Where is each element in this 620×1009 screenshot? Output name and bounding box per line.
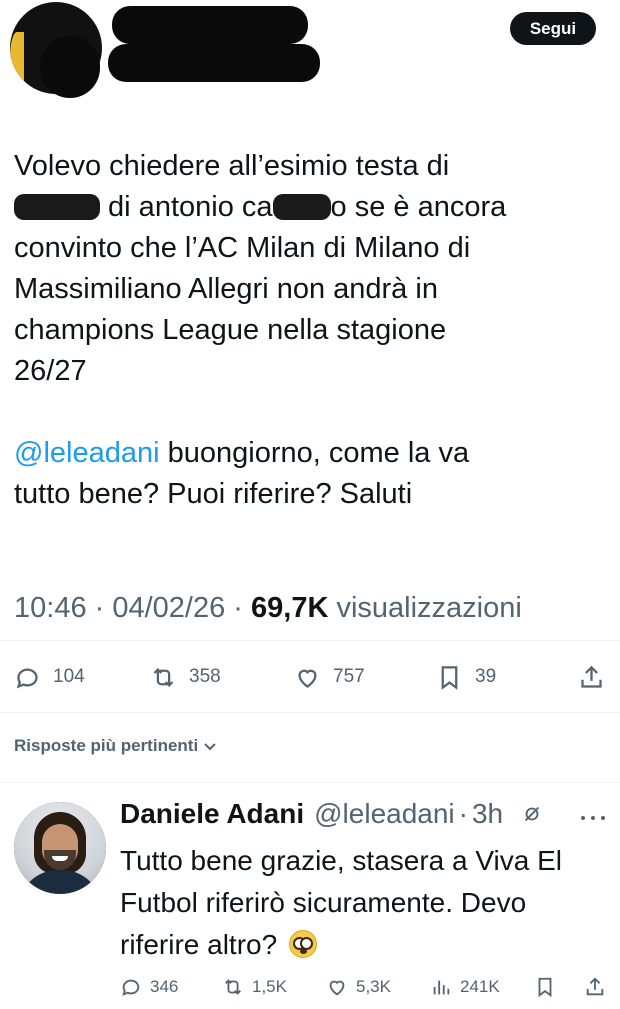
- reply-author-handle[interactable]: @leleadani: [314, 798, 455, 830]
- heart-icon: [298, 669, 317, 688]
- heart-icon: [329, 980, 345, 996]
- share-button[interactable]: [578, 656, 605, 698]
- share-icon: [581, 665, 602, 688]
- sort-label: Risposte più pertinenti: [14, 736, 199, 755]
- reply-author-name[interactable]: Daniele Adani: [120, 798, 304, 830]
- tweet-line: tutto bene? Puoi riferire? Saluti: [14, 478, 413, 510]
- tweet-line: Massimiliano Allegri non andrà in: [14, 273, 438, 305]
- mention-link[interactable]: @leleadani: [14, 437, 160, 469]
- follow-button[interactable]: Segui: [510, 12, 596, 45]
- reply-icon: [122, 979, 140, 996]
- reply-retweet-button[interactable]: 1,5K: [222, 970, 287, 1004]
- reply-reply-count: 346: [150, 977, 179, 996]
- redacted-name: [112, 6, 308, 44]
- redacted-handle: [108, 44, 320, 82]
- divider: [0, 640, 620, 641]
- reply-share-button[interactable]: [584, 970, 606, 1004]
- tweet-line-part: di antonio ca: [100, 191, 273, 223]
- chevron-down-icon: [204, 743, 216, 751]
- tweet-line-part: buongiorno, come la va: [159, 437, 470, 469]
- tweet-line: champions League nella stagione: [14, 314, 447, 346]
- redacted-name: [40, 36, 100, 98]
- reply-button[interactable]: 104: [14, 656, 85, 698]
- retweet-icon: [225, 979, 241, 995]
- more-options-icon[interactable]: [580, 808, 606, 828]
- reply-like-button[interactable]: 5,3K: [326, 970, 391, 1004]
- tweet-line: @leleadani buongiorno, come la va: [14, 433, 604, 474]
- reply-line: Tutto bene grazie, stasera a Viva El: [120, 845, 563, 876]
- tweet-actions: 104 358 757 39: [0, 656, 620, 698]
- redaction-blot: [272, 194, 331, 220]
- views-count: 69,7K: [251, 592, 329, 624]
- share-icon: [586, 977, 604, 996]
- reply-views-count: 241K: [460, 977, 500, 996]
- views-label: visualizzazioni: [328, 592, 522, 624]
- divider: [0, 712, 620, 713]
- bookmark-icon: [441, 665, 458, 690]
- reply-line: Futbol riferirò sicuramente. Devo: [120, 887, 527, 918]
- tweet-header: Segui: [0, 0, 620, 120]
- flushed-face-emoji-icon: [288, 930, 317, 958]
- tweet-line-spacer: [14, 392, 604, 433]
- tweet-line: 26/27: [14, 355, 87, 387]
- reply-count: 104: [53, 666, 85, 687]
- reply-retweet-count: 1,5K: [252, 977, 287, 996]
- tweet-text: Volevo chiedere all’esimio testa di di a…: [14, 146, 604, 515]
- reply-avatar[interactable]: [14, 802, 106, 894]
- retweet-icon: [153, 667, 174, 687]
- reply-text: Tutto bene grazie, stasera a Viva El Fut…: [120, 840, 610, 966]
- avatar-stripe: [10, 32, 24, 82]
- reply-icon: [16, 668, 38, 688]
- reply-line: riferire altro?: [120, 924, 610, 966]
- bookmark-icon: [538, 977, 552, 998]
- like-count: 757: [333, 666, 365, 687]
- tweet-timestamp[interactable]: 10:46 · 04/02/26 ·: [14, 592, 251, 624]
- bookmark-button[interactable]: 39: [436, 656, 496, 698]
- tweet-line-part: o se è ancora: [330, 191, 507, 223]
- avatar-mouth: [52, 856, 68, 861]
- retweet-button[interactable]: 358: [150, 656, 221, 698]
- reply-header: Daniele Adani @leleadani · 3h: [120, 798, 543, 830]
- bookmark-count: 39: [475, 666, 497, 687]
- redaction-blot: [14, 194, 100, 220]
- reply-views-button[interactable]: 241K: [430, 970, 500, 1004]
- tweet-meta: 10:46 · 04/02/26 · 69,7K visualizzazioni: [14, 592, 522, 625]
- tweet-line: convinto che l’AC Milan di Milano di: [14, 232, 471, 264]
- separator: ·: [458, 798, 468, 829]
- reply-bookmark-button[interactable]: [534, 970, 556, 1004]
- replies-sort-dropdown[interactable]: Risposte più pertinenti: [14, 736, 218, 756]
- reply-reply-button[interactable]: 346: [120, 970, 178, 1004]
- divider: [0, 782, 620, 783]
- tweet-line: Volevo chiedere all’esimio testa di: [14, 150, 450, 182]
- tweet-line: di antonio ca o se è ancora: [14, 187, 604, 228]
- reply-time[interactable]: 3h: [472, 798, 503, 830]
- views-chart-icon: [433, 980, 450, 995]
- reply-actions: 346 1,5K 5,3K 241K: [0, 970, 620, 1004]
- like-button[interactable]: 757: [294, 656, 365, 698]
- reply-line-part: riferire altro?: [120, 929, 278, 960]
- retweet-count: 358: [189, 666, 221, 687]
- reply-like-count: 5,3K: [356, 977, 391, 996]
- grok-icon[interactable]: [521, 803, 543, 825]
